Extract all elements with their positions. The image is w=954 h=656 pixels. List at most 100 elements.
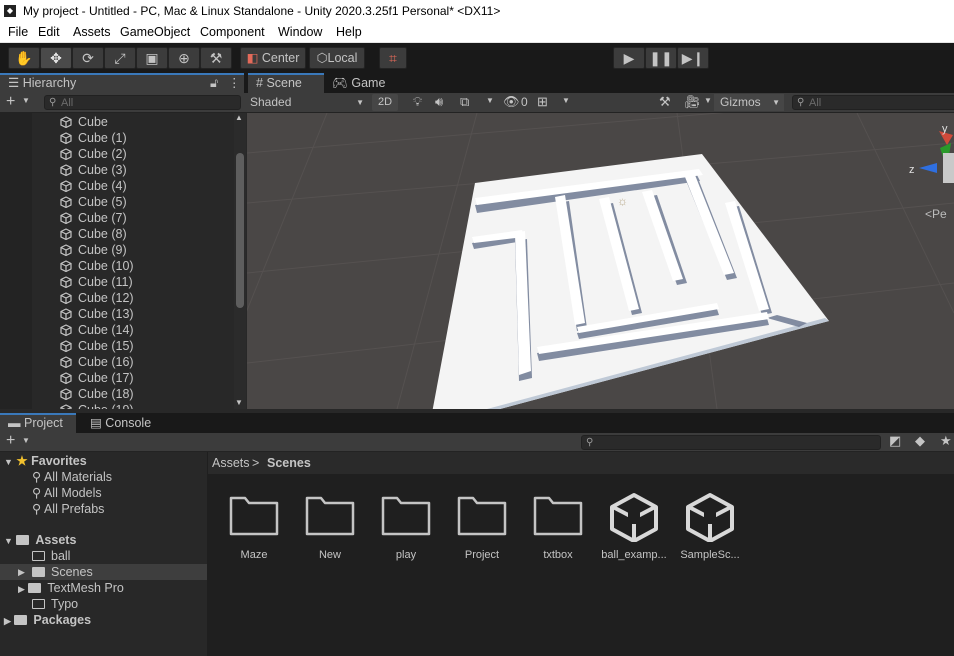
- create-dropdown-icon[interactable]: ▼: [22, 96, 30, 105]
- move-tool-button[interactable]: ✥: [40, 47, 72, 69]
- hierarchy-item[interactable]: Cube (9): [60, 242, 127, 258]
- hierarchy-item[interactable]: Cube (13): [60, 306, 134, 322]
- menu-component[interactable]: Component: [200, 25, 265, 39]
- effects-dropdown-icon[interactable]: ▼: [486, 96, 494, 105]
- expand-arrow-icon[interactable]: ▼: [4, 457, 13, 467]
- folder-textmesh-pro[interactable]: ▶ TextMesh Pro: [18, 580, 124, 596]
- collapse-arrow-icon[interactable]: ▶: [18, 564, 25, 580]
- camera-dropdown-icon[interactable]: ▼: [704, 96, 712, 105]
- tab-project[interactable]: ▬ Project: [0, 413, 76, 433]
- more-options-icon[interactable]: ⋮: [228, 75, 241, 92]
- expand-arrow-icon[interactable]: ▼: [4, 536, 13, 546]
- assets-item[interactable]: ▼ Assets: [4, 532, 76, 548]
- custom-tool-button[interactable]: ⚒: [200, 47, 232, 69]
- favorite-all-models[interactable]: ⚲ All Models: [32, 485, 102, 501]
- hierarchy-item[interactable]: Cube (5): [60, 194, 127, 210]
- grid-snap-button[interactable]: ⌗: [379, 47, 407, 69]
- hierarchy-item[interactable]: Cube (3): [60, 162, 127, 178]
- hierarchy-item[interactable]: Cube (14): [60, 322, 134, 338]
- hidden-objects-icon[interactable]: 👁︎: [503, 94, 520, 110]
- effects-icon[interactable]: ⧉: [460, 94, 469, 110]
- asset-folder[interactable]: txtbox: [522, 492, 594, 561]
- hierarchy-item[interactable]: Cube (18): [60, 386, 134, 402]
- play-button[interactable]: ▶: [613, 47, 645, 69]
- hierarchy-item[interactable]: Cube (2): [60, 146, 127, 162]
- pause-button[interactable]: ❚❚: [645, 47, 677, 69]
- folder-typo[interactable]: Typo: [32, 596, 78, 612]
- collapse-arrow-icon[interactable]: ▶: [18, 584, 25, 594]
- scale-tool-button[interactable]: ⤢: [104, 47, 136, 69]
- hierarchy-item[interactable]: Cube (12): [60, 290, 134, 306]
- hierarchy-search-input[interactable]: ⚲ All: [44, 95, 241, 110]
- rotate-tool-button[interactable]: ⟳: [72, 47, 104, 69]
- create-dropdown-icon[interactable]: ▼: [22, 436, 30, 445]
- gizmos-dropdown[interactable]: Gizmos ▼: [714, 94, 784, 111]
- menu-edit[interactable]: Edit: [38, 25, 60, 39]
- lighting-icon[interactable]: 💡︎: [413, 94, 422, 110]
- create-add-icon[interactable]: +: [6, 93, 15, 111]
- hand-tool-button[interactable]: ✋: [8, 47, 40, 69]
- tab-game[interactable]: 🎮︎ Game: [332, 73, 402, 93]
- hierarchy-scrollbar[interactable]: ▲ ▼: [234, 113, 246, 409]
- favorite-all-prefabs[interactable]: ⚲ All Prefabs: [32, 501, 104, 517]
- grid-icon[interactable]: ⊞: [537, 94, 548, 110]
- scroll-down-icon[interactable]: ▼: [235, 398, 243, 407]
- pivot-center-button[interactable]: ◧ Center: [240, 47, 306, 69]
- asset-folder[interactable]: Maze: [218, 492, 290, 561]
- rect-tool-button[interactable]: ▣: [136, 47, 168, 69]
- grid-dropdown-icon[interactable]: ▼: [562, 96, 570, 105]
- step-button[interactable]: ▶❙: [677, 47, 709, 69]
- menu-gameobject[interactable]: GameObject: [120, 25, 190, 39]
- project-search-input[interactable]: ⚲: [581, 435, 881, 450]
- 2d-toggle[interactable]: 2D: [372, 94, 398, 111]
- transform-tool-button[interactable]: ⊕: [168, 47, 200, 69]
- hierarchy-item[interactable]: Cube (10): [60, 258, 134, 274]
- hierarchy-item[interactable]: Cube (7): [60, 210, 127, 226]
- asset-folder[interactable]: New: [294, 492, 366, 561]
- hierarchy-item[interactable]: Cube (16): [60, 354, 134, 370]
- camera-icon[interactable]: 🎥︎: [684, 94, 701, 110]
- tab-scene[interactable]: # Scene: [248, 73, 324, 93]
- scene-search-input[interactable]: ⚲ All: [792, 95, 954, 110]
- asset-scene[interactable]: ball_examp...: [598, 492, 670, 561]
- space-local-button[interactable]: ⬡Local: [309, 47, 365, 69]
- menu-file[interactable]: File: [8, 25, 28, 39]
- shading-mode-dropdown[interactable]: Shaded ▼: [250, 94, 366, 111]
- hierarchy-item[interactable]: Cube (17): [60, 370, 134, 386]
- gizmo-center-cube[interactable]: [943, 153, 954, 183]
- hierarchy-item[interactable]: Cube: [60, 114, 108, 130]
- hierarchy-item[interactable]: Cube (11): [60, 274, 133, 290]
- tools-icon[interactable]: ⚒: [659, 94, 671, 110]
- packages-item[interactable]: ▶ Packages: [4, 612, 91, 628]
- favorite-all-materials[interactable]: ⚲ All Materials: [32, 469, 112, 485]
- hierarchy-item[interactable]: Cube (15): [60, 338, 134, 354]
- gizmo-z-axis[interactable]: [919, 163, 937, 173]
- folder-scenes[interactable]: ▶ Scenes: [0, 564, 207, 580]
- folder-ball[interactable]: ball: [32, 548, 70, 564]
- hierarchy-item[interactable]: Cube (1): [60, 130, 127, 146]
- menu-help[interactable]: Help: [336, 25, 362, 39]
- asset-folder[interactable]: Project: [446, 492, 518, 561]
- breadcrumb-assets[interactable]: Assets: [212, 456, 250, 470]
- hierarchy-item[interactable]: Cube (8): [60, 226, 127, 242]
- tab-console[interactable]: ▤ Console: [90, 413, 170, 433]
- hierarchy-item[interactable]: Cube (4): [60, 178, 127, 194]
- scroll-up-icon[interactable]: ▲: [235, 113, 243, 122]
- favorites-item[interactable]: ▼ ★ Favorites: [4, 453, 87, 469]
- tab-hierarchy[interactable]: ☰ Hierarchy 🔓︎ ⋮: [0, 73, 244, 93]
- audio-icon[interactable]: 🔊︎: [435, 94, 443, 110]
- asset-folder[interactable]: play: [370, 492, 442, 561]
- lock-icon[interactable]: 🔓︎: [210, 75, 218, 92]
- hierarchy-scroll-thumb[interactable]: [236, 153, 244, 308]
- create-add-icon[interactable]: +: [6, 432, 15, 450]
- search-by-type-icon[interactable]: ◩: [889, 433, 901, 449]
- search-by-label-icon[interactable]: ◆: [915, 433, 925, 449]
- hierarchy-item[interactable]: Cube (19): [60, 402, 134, 409]
- asset-scene[interactable]: SampleSc...: [674, 492, 746, 561]
- breadcrumb-scenes[interactable]: Scenes: [267, 456, 311, 470]
- collapse-arrow-icon[interactable]: ▶: [4, 616, 11, 626]
- menu-assets[interactable]: Assets: [73, 25, 111, 39]
- persp-label[interactable]: <Pe: [925, 207, 947, 221]
- menu-window[interactable]: Window: [278, 25, 322, 39]
- favorite-star-icon[interactable]: ★: [940, 433, 952, 449]
